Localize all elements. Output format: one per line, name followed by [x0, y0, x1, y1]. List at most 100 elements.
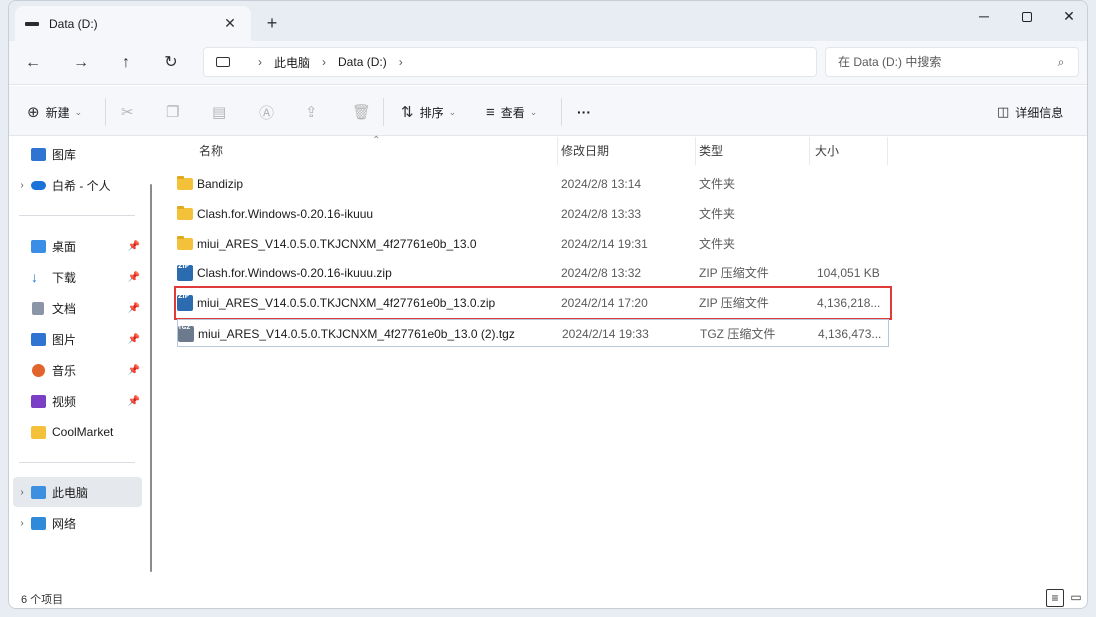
table-row[interactable]: Bandizip 2024/2/8 13:14 文件夹	[177, 170, 889, 198]
table-row[interactable]: Clash.for.Windows-0.20.16-ikuuu 2024/2/8…	[177, 200, 889, 228]
copy-button[interactable]: ❐	[166, 100, 185, 124]
tab-close-icon[interactable]: ✕	[219, 15, 241, 32]
search-input[interactable]	[838, 55, 1050, 69]
rename-icon: Ⓐ	[259, 104, 275, 122]
column-header-type[interactable]: 类型	[699, 137, 723, 165]
zip-archive-icon	[177, 289, 193, 311]
title-bar: Data (D:) ✕ + ─ ✕	[9, 1, 1087, 41]
column-header-size[interactable]: 大小	[815, 137, 839, 165]
view-button[interactable]: ≡ 查看 ⌄	[486, 100, 537, 124]
pin-icon[interactable]: 📌	[128, 365, 140, 376]
column-divider[interactable]	[557, 137, 558, 165]
new-tab-button[interactable]: +	[261, 13, 283, 34]
pictures-icon	[31, 332, 46, 346]
minimize-button[interactable]: ─	[964, 5, 1004, 27]
sidebar-item-label: 网络	[52, 516, 77, 531]
chevron-right-icon[interactable]: ›	[13, 180, 31, 191]
breadcrumb-separator[interactable]: ›	[399, 55, 403, 69]
pin-icon[interactable]: 📌	[128, 334, 140, 345]
tiles-view-button[interactable]: ▭	[1067, 589, 1085, 607]
sidebar-item-label: 文档	[52, 301, 77, 316]
table-row-highlighted[interactable]: miui_ARES_V14.0.5.0.TKJCNXM_4f27761e0b_1…	[174, 286, 892, 320]
delete-button[interactable]: 🗑	[352, 100, 377, 124]
sidebar-item-gallery[interactable]: 图库	[13, 139, 142, 169]
file-type: ZIP 压缩文件	[699, 266, 769, 280]
chevron-right-icon[interactable]: ›	[13, 487, 31, 498]
file-type: ZIP 压缩文件	[699, 296, 769, 310]
sidebar-item-music[interactable]: 音乐 📌	[13, 355, 142, 385]
maximize-icon	[1022, 12, 1032, 23]
details-pane-button[interactable]: ◫ 详细信息	[997, 100, 1063, 124]
rename-button[interactable]: Ⓐ	[259, 100, 280, 124]
details-view-button[interactable]: ≡	[1046, 589, 1064, 607]
column-header-date[interactable]: 修改日期	[561, 137, 609, 165]
music-icon	[32, 363, 45, 377]
column-divider[interactable]	[809, 137, 810, 165]
search-box[interactable]: ⌕	[825, 47, 1079, 77]
chevron-right-icon[interactable]: ›	[13, 518, 31, 529]
file-name: Bandizip	[197, 177, 244, 191]
file-name: Clash.for.Windows-0.20.16-ikuuu	[197, 207, 374, 221]
column-divider[interactable]	[887, 137, 888, 165]
sidebar-item-label: CoolMarket	[52, 425, 114, 439]
maximize-button[interactable]	[1007, 5, 1047, 27]
share-button[interactable]: ⇪	[305, 100, 324, 124]
toolbar-divider	[383, 98, 384, 126]
table-row-focused[interactable]: miui_ARES_V14.0.5.0.TKJCNXM_4f27761e0b_1…	[177, 319, 889, 347]
paste-button[interactable]: ▤	[212, 100, 232, 124]
sidebar-item-coolmarket[interactable]: CoolMarket	[13, 417, 142, 447]
breadcrumb-this-pc[interactable]: 此电脑	[274, 54, 310, 71]
close-window-button[interactable]: ✕	[1049, 5, 1087, 27]
sidebar-item-pictures[interactable]: 图片 📌	[13, 324, 142, 354]
sidebar-scrollbar[interactable]	[150, 184, 152, 572]
breadcrumb-separator[interactable]: ›	[322, 55, 326, 69]
pin-icon[interactable]: 📌	[128, 396, 140, 407]
file-size: 4,136,218...	[817, 296, 881, 310]
sidebar-item-documents[interactable]: 文档 📌	[13, 293, 142, 323]
pin-icon[interactable]: 📌	[128, 241, 140, 252]
pin-icon[interactable]: 📌	[128, 272, 140, 283]
search-icon[interactable]: ⌕	[1050, 55, 1072, 70]
address-bar[interactable]: › 此电脑 › Data (D:) ›	[203, 47, 817, 77]
tab-data-d[interactable]: Data (D:) ✕	[15, 6, 251, 41]
sidebar-item-desktop[interactable]: 桌面 📌	[13, 231, 142, 261]
file-name: miui_ARES_V14.0.5.0.TKJCNXM_4f27761e0b_1…	[198, 327, 515, 341]
column-header-name[interactable]: 名称	[199, 137, 223, 165]
back-button[interactable]: ←	[21, 51, 45, 75]
download-icon: ↓	[31, 268, 38, 285]
sidebar-item-label: 白希 - 个人	[52, 178, 111, 193]
gallery-icon	[31, 147, 46, 161]
tiles-view-icon: ▭	[1070, 590, 1082, 604]
sidebar-item-videos[interactable]: 视频 📌	[13, 386, 142, 416]
forward-button[interactable]: →	[69, 51, 93, 75]
navigation-pane: 图库 › 白希 - 个人 桌面 📌 ↓ 下载 📌 文档 📌 图片 📌 音乐 📌 …	[9, 137, 155, 585]
new-label: 新建	[45, 105, 70, 120]
refresh-button[interactable]: ↻	[159, 51, 183, 75]
sidebar-item-this-pc[interactable]: › 此电脑	[13, 477, 142, 507]
up-button[interactable]: ↑	[114, 51, 138, 75]
more-options-button[interactable]: ···	[577, 100, 591, 124]
file-name: miui_ARES_V14.0.5.0.TKJCNXM_4f27761e0b_1…	[197, 237, 477, 251]
file-type: 文件夹	[699, 207, 736, 221]
details-pane-icon: ◫	[997, 104, 1010, 119]
sidebar-item-downloads[interactable]: ↓ 下载 📌	[13, 262, 142, 292]
new-button[interactable]: ⊕ 新建 ⌄	[27, 100, 82, 124]
table-row[interactable]: Clash.for.Windows-0.20.16-ikuuu.zip 2024…	[177, 259, 889, 287]
file-explorer-window: Data (D:) ✕ + ─ ✕ ← → ↑ ↻ › 此电脑 › Data (…	[8, 0, 1088, 609]
tab-title: Data (D:)	[49, 16, 98, 31]
sidebar-item-network[interactable]: › 网络	[13, 508, 142, 538]
copy-icon: ❐	[166, 104, 180, 121]
details-pane-label: 详细信息	[1015, 105, 1064, 120]
column-divider[interactable]	[695, 137, 696, 165]
cut-button[interactable]: ✂	[121, 100, 140, 124]
sidebar-divider	[19, 215, 135, 216]
sidebar-item-label: 此电脑	[52, 485, 89, 500]
table-row[interactable]: miui_ARES_V14.0.5.0.TKJCNXM_4f27761e0b_1…	[177, 230, 889, 258]
folder-icon	[31, 425, 46, 439]
breadcrumb-data-d[interactable]: Data (D:)	[338, 55, 387, 69]
sidebar-item-label: 下载	[52, 270, 77, 285]
pin-icon[interactable]: 📌	[128, 303, 140, 314]
sort-button[interactable]: ⇅ 排序 ⌄	[401, 100, 456, 124]
toolbar-divider	[105, 98, 106, 126]
sidebar-item-onedrive[interactable]: › 白希 - 个人	[13, 170, 142, 200]
